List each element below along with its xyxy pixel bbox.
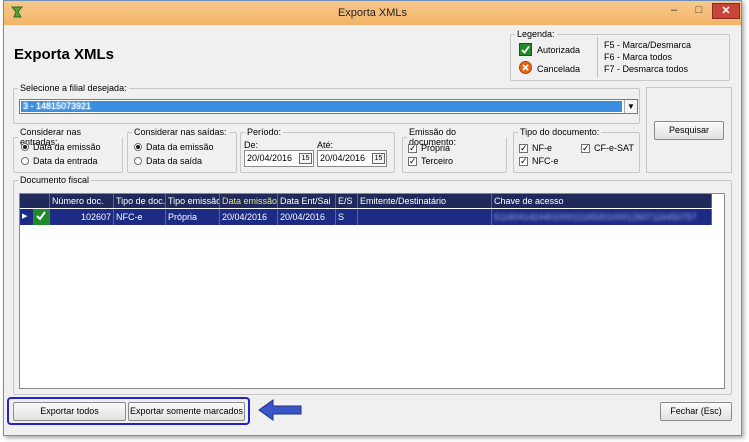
cell-numero[interactable]: 102607 xyxy=(50,209,114,225)
cfe-sat-checkbox[interactable]: ✓ xyxy=(581,144,590,153)
page-title: Exporta XMLs xyxy=(14,46,115,63)
column-header[interactable]: Número doc. xyxy=(50,194,114,208)
ate-date-value: 20/04/2016 xyxy=(320,153,366,163)
cell-es[interactable]: S xyxy=(336,209,358,225)
cell-chave-acesso[interactable]: 5116041424401000111650010001260711645075… xyxy=(492,209,712,225)
de-date-value: 20/04/2016 xyxy=(247,153,293,163)
propria-checkbox[interactable]: ✓ xyxy=(408,144,417,153)
fechar-button[interactable]: Fechar (Esc) xyxy=(660,402,732,421)
nfe-label: NF-e xyxy=(532,143,552,153)
cell-tipo-doc[interactable]: NFC-e xyxy=(114,209,166,225)
entradas-entrada-label: Data da entrada xyxy=(33,156,98,166)
filial-legend: Selecione a filial desejada: xyxy=(20,83,127,93)
entradas-entrada-radio[interactable] xyxy=(21,157,29,165)
close-button[interactable]: ✕ xyxy=(712,3,740,19)
title-bar: Exporta XMLs – □ ✕ xyxy=(4,1,741,25)
exportar-todos-button[interactable]: Exportar todos xyxy=(13,402,126,421)
cfe-sat-label: CF-e-SAT xyxy=(594,143,634,153)
cancelada-label: Cancelada xyxy=(537,64,581,74)
filial-selected-value: 3 - 14815073921 xyxy=(21,101,622,112)
column-header[interactable]: Data emissão xyxy=(220,194,278,208)
propria-label: Própria xyxy=(421,143,451,153)
nfce-checkbox[interactable]: ✓ xyxy=(519,157,528,166)
window-title: Exporta XMLs xyxy=(337,7,408,19)
saidas-saida-radio[interactable] xyxy=(134,157,142,165)
entradas-emissao-label: Data da emissão xyxy=(33,142,101,152)
periodo-legend: Período: xyxy=(247,127,282,137)
row-indicator: ▶ xyxy=(20,209,34,225)
cell-tipo-emissao[interactable]: Própria xyxy=(166,209,220,225)
emissao-group: Emissão do documento: xyxy=(402,127,507,173)
cell-data-ent-sai[interactable]: 20/04/2016 xyxy=(278,209,336,225)
exporta-xmls-window: Exporta XMLs – □ ✕ Exporta XMLs Legenda:… xyxy=(3,0,742,436)
nfe-checkbox[interactable]: ✓ xyxy=(519,144,528,153)
column-header[interactable]: Chave de acesso xyxy=(492,194,712,208)
saidas-saida-label: Data da saída xyxy=(146,156,203,166)
pesquisar-button[interactable]: Pesquisar xyxy=(654,121,724,140)
ate-label: Até: xyxy=(317,140,334,150)
column-header[interactable]: Tipo de doc. xyxy=(114,194,166,208)
de-date-input[interactable]: 20/04/2016 15 xyxy=(244,150,314,167)
entradas-emissao-radio[interactable] xyxy=(21,143,29,151)
row-status-check-icon[interactable] xyxy=(34,209,50,225)
column-header[interactable]: Tipo emissão xyxy=(166,194,220,208)
tipo-legend: Tipo do documento: xyxy=(520,127,600,137)
column-header[interactable]: E/S xyxy=(336,194,358,208)
shortcut-f6: F6 - Marca todos xyxy=(604,52,673,62)
saidas-emissao-label: Data da emissão xyxy=(146,142,214,152)
cell-data-emissao[interactable]: 20/04/2016 xyxy=(220,209,278,225)
cell-emitente[interactable] xyxy=(358,209,492,225)
grid-corner xyxy=(20,194,50,208)
ate-date-input[interactable]: 20/04/2016 15 xyxy=(317,150,387,167)
calendar-icon[interactable]: 15 xyxy=(299,153,312,164)
calendar-icon[interactable]: 15 xyxy=(372,153,385,164)
column-header[interactable]: Data Ent/Sai xyxy=(278,194,336,208)
shortcut-f7: F7 - Desmarca todos xyxy=(604,64,689,74)
documento-fiscal-legend: Documento fiscal xyxy=(20,175,90,185)
legend-divider xyxy=(597,37,598,77)
column-header[interactable]: Emitente/Destinatário xyxy=(358,194,492,208)
legenda-title: Legenda: xyxy=(517,29,555,39)
chevron-down-icon[interactable]: ▼ xyxy=(624,100,637,113)
nfce-label: NFC-e xyxy=(532,156,559,166)
terceiro-label: Terceiro xyxy=(421,156,454,166)
terceiro-checkbox[interactable]: ✓ xyxy=(408,157,417,166)
pointer-arrow-icon xyxy=(257,398,303,422)
maximize-button[interactable]: □ xyxy=(687,3,711,19)
shortcut-f5: F5 - Marca/Desmarca xyxy=(604,40,692,50)
de-label: De: xyxy=(244,140,259,150)
documento-grid: Número doc. Tipo de doc. Tipo emissão Da… xyxy=(19,193,725,389)
saidas-legend: Considerar nas saídas: xyxy=(134,127,227,137)
cancel-icon xyxy=(519,61,532,74)
filial-select[interactable]: 3 - 14815073921 ▼ xyxy=(19,99,638,114)
saidas-emissao-radio[interactable] xyxy=(134,143,142,151)
exportar-marcados-button[interactable]: Exportar somente marcados xyxy=(128,402,245,421)
check-icon xyxy=(519,43,532,56)
autorizada-label: Autorizada xyxy=(537,45,581,55)
minimize-button[interactable]: – xyxy=(662,3,686,19)
